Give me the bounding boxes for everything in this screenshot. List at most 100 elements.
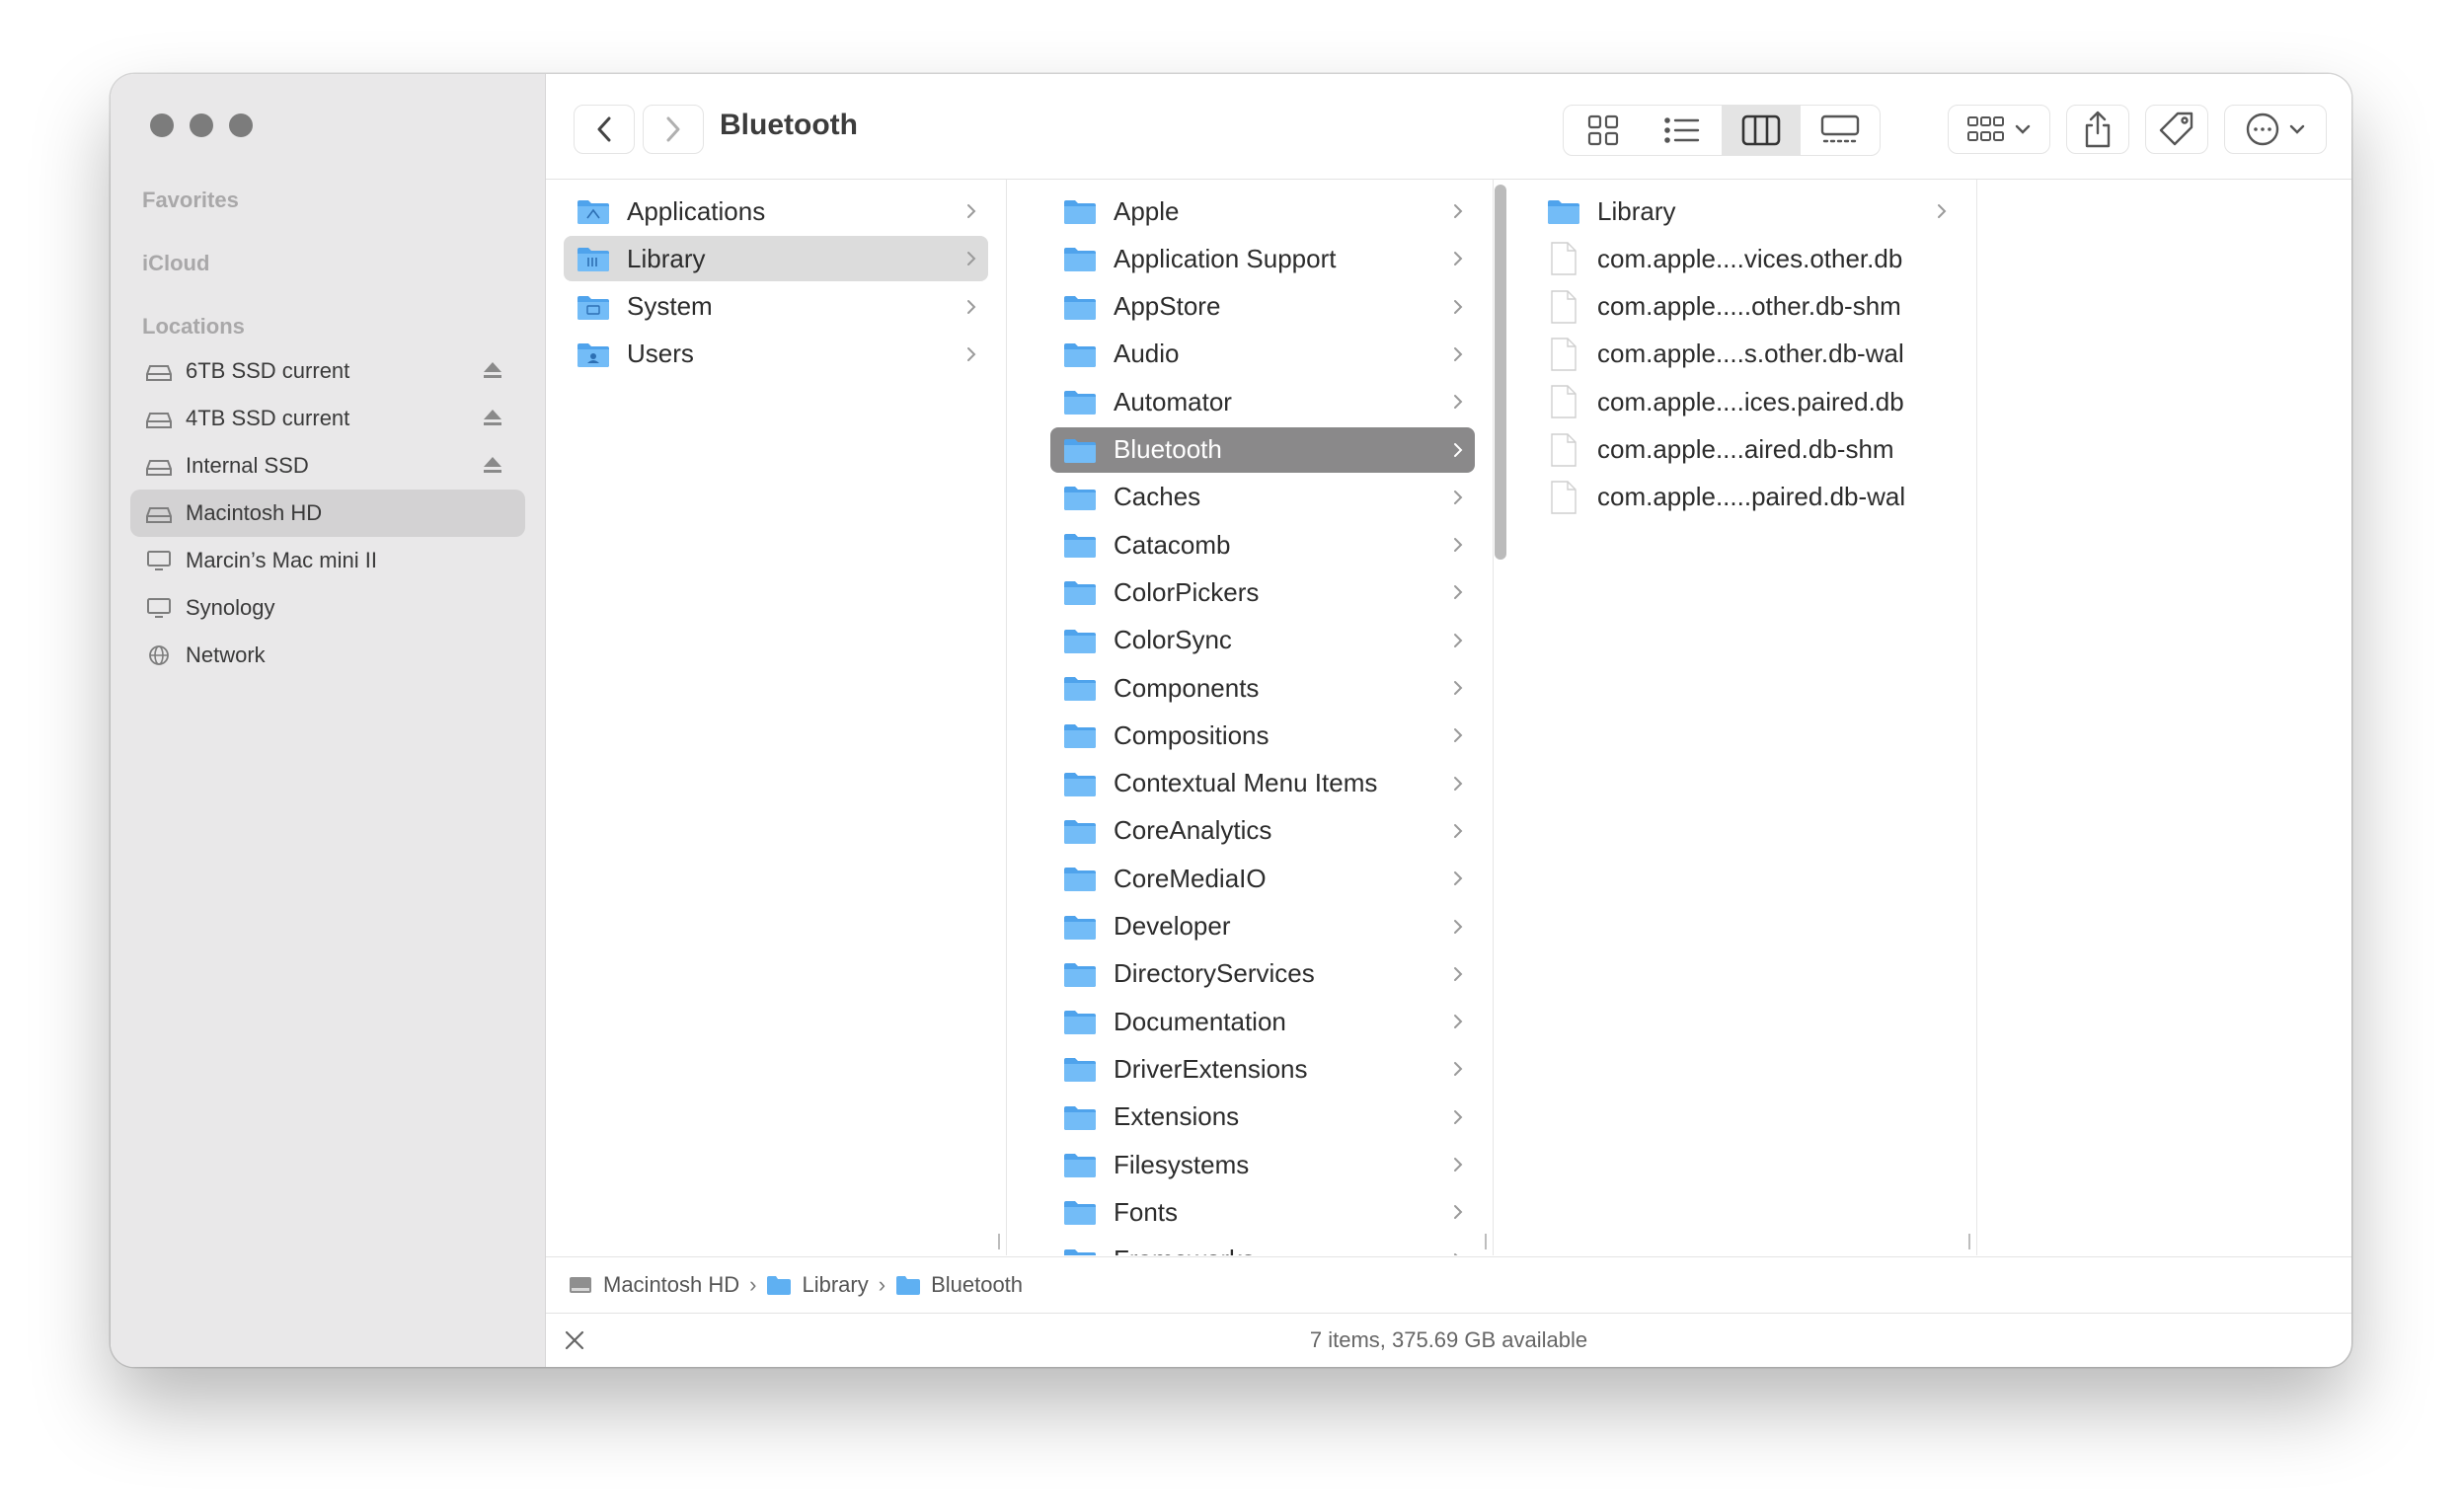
folder-item-users[interactable]: Users	[564, 332, 988, 377]
chevron-right-icon	[1454, 442, 1463, 457]
folder-item-frameworks[interactable]: Frameworks	[1050, 1238, 1475, 1255]
folder-item-catacomb[interactable]: Catacomb	[1050, 522, 1475, 567]
file-item-com-apple-vices-other-db[interactable]: com.apple....vices.other.db	[1534, 236, 1959, 281]
folder-item-fonts[interactable]: Fonts	[1050, 1189, 1475, 1235]
gallery-view-button[interactable]	[1801, 106, 1880, 155]
sidebar-item-4tb-ssd-current[interactable]: 4TB SSD current	[130, 395, 525, 442]
sidebar-section-locations[interactable]: Locations	[142, 314, 245, 340]
folder-item-coreanalytics[interactable]: CoreAnalytics	[1050, 808, 1475, 854]
sidebar-item-synology[interactable]: Synology	[130, 584, 525, 632]
folder-item-apple[interactable]: Apple	[1050, 189, 1475, 234]
sidebar-item-label: Synology	[186, 595, 275, 620]
folder-item-contextual-menu-items[interactable]: Contextual Menu Items	[1050, 761, 1475, 806]
item-label: Filesystems	[1114, 1149, 1250, 1179]
zoom-window-button[interactable]	[229, 113, 253, 137]
chevron-right-icon	[1454, 1109, 1463, 1124]
back-button[interactable]	[574, 105, 635, 154]
folder-item-caches[interactable]: Caches	[1050, 475, 1475, 520]
folder-item-colorpickers[interactable]: ColorPickers	[1050, 569, 1475, 615]
folder-icon	[1064, 819, 1096, 844]
close-path-bar-icon[interactable]	[562, 1327, 587, 1353]
chevron-right-icon	[1454, 633, 1463, 647]
file-item-com-apple-other-db-shm[interactable]: com.apple.....other.db-shm	[1534, 284, 1959, 330]
folder-item-appstore[interactable]: AppStore	[1050, 284, 1475, 330]
file-item-com-apple-paired-db-wal[interactable]: com.apple.....paired.db-wal	[1534, 475, 1959, 520]
folder-item-filesystems[interactable]: Filesystems	[1050, 1142, 1475, 1187]
item-label: com.apple....s.other.db-wal	[1597, 339, 1904, 369]
item-label: Frameworks	[1114, 1245, 1255, 1255]
column-resize-handle[interactable]	[998, 1234, 1006, 1249]
sidebar-item-macintosh-hd[interactable]: Macintosh HD	[130, 490, 525, 537]
list-view-button[interactable]	[1643, 106, 1722, 155]
close-window-button[interactable]	[150, 113, 174, 137]
sidebar-section-favorites[interactable]: Favorites	[142, 188, 239, 213]
folder-item-applications[interactable]: Applications	[564, 189, 988, 234]
eject-icon[interactable]	[482, 455, 503, 475]
minimize-window-button[interactable]	[190, 113, 213, 137]
folder-icon	[577, 342, 609, 367]
external-drive-icon-wrap	[146, 408, 172, 429]
icon-view-button[interactable]	[1564, 106, 1643, 155]
item-label: Users	[627, 339, 694, 369]
path-segment-bluetooth[interactable]: Bluetooth	[895, 1272, 1023, 1298]
folder-item-colorsync[interactable]: ColorSync	[1050, 618, 1475, 663]
item-icon	[1546, 338, 1581, 371]
eject-icon[interactable]	[482, 408, 503, 427]
column-library: Apple Application Support AppStore Audio Aut…	[1033, 180, 1494, 1255]
tags-button[interactable]	[2145, 105, 2208, 154]
folder-item-system[interactable]: System	[564, 284, 988, 330]
folder-icon	[577, 295, 609, 320]
folder-item-audio[interactable]: Audio	[1050, 332, 1475, 377]
column-library-scrollbar[interactable]	[1495, 185, 1506, 560]
folder-item-developer[interactable]: Developer	[1050, 904, 1475, 949]
chevron-right-icon	[1454, 585, 1463, 600]
folder-item-application-support[interactable]: Application Support	[1050, 236, 1475, 281]
item-icon	[1062, 436, 1098, 464]
folder-item-compositions[interactable]: Compositions	[1050, 713, 1475, 758]
folder-item-coremediaio[interactable]: CoreMediaIO	[1050, 856, 1475, 901]
globe-icon	[149, 645, 169, 665]
share-button[interactable]	[2066, 105, 2129, 154]
chevron-down-icon	[2015, 124, 2031, 134]
folder-item-extensions[interactable]: Extensions	[1050, 1095, 1475, 1140]
forward-button[interactable]	[643, 105, 704, 154]
file-item-com-apple-ices-paired-db[interactable]: com.apple....ices.paired.db	[1534, 379, 1959, 424]
folder-item-components[interactable]: Components	[1050, 665, 1475, 711]
column-resize-handle[interactable]	[1968, 1234, 1976, 1249]
sidebar-item-network[interactable]: Network	[130, 632, 525, 679]
folder-item-library[interactable]: Library	[564, 236, 988, 282]
folder-item-directoryservices[interactable]: DirectoryServices	[1050, 951, 1475, 997]
sidebar-item-6tb-ssd-current[interactable]: 6TB SSD current	[130, 347, 525, 395]
external-drive-icon	[146, 365, 172, 381]
chevron-right-icon	[1454, 1205, 1463, 1220]
chevron-right-icon	[1938, 204, 1947, 218]
eject-icon[interactable]	[482, 360, 503, 380]
chevron-right-icon	[1454, 776, 1463, 791]
folder-icon	[1064, 581, 1096, 606]
path-segment-macintosh-hd[interactable]: Macintosh HD	[568, 1272, 739, 1298]
folder-item-driverextensions[interactable]: DriverExtensions	[1050, 1046, 1475, 1092]
folder-item-library[interactable]: Library	[1534, 189, 1959, 234]
folder-item-documentation[interactable]: Documentation	[1050, 999, 1475, 1044]
sidebar: Favorites iCloud Locations 6TB SSD curre…	[111, 74, 546, 1367]
sidebar-item-marcin-s-mac-mini-ii[interactable]: Marcin’s Mac mini II	[130, 537, 525, 584]
file-item-com-apple-aired-db-shm[interactable]: com.apple....aired.db-shm	[1534, 427, 1959, 473]
path-segment-library[interactable]: Library	[766, 1272, 869, 1298]
column-resize-handle[interactable]	[1485, 1234, 1493, 1249]
sidebar-section-icloud[interactable]: iCloud	[142, 251, 209, 276]
item-label: Documentation	[1114, 1006, 1286, 1036]
group-by-button[interactable]	[1948, 105, 2050, 154]
file-item-com-apple-s-other-db-wal[interactable]: com.apple....s.other.db-wal	[1534, 332, 1959, 377]
column-view-button[interactable]	[1722, 106, 1801, 155]
item-icon	[1546, 242, 1581, 275]
item-icon	[1062, 674, 1098, 702]
item-label: Compositions	[1114, 719, 1269, 750]
sidebar-item-internal-ssd[interactable]: Internal SSD	[130, 442, 525, 490]
chevron-right-icon	[1454, 871, 1463, 886]
item-icon	[576, 340, 611, 368]
folder-icon	[1064, 438, 1096, 463]
folder-item-automator[interactable]: Automator	[1050, 379, 1475, 424]
more-actions-button[interactable]	[2224, 105, 2327, 154]
folder-item-bluetooth[interactable]: Bluetooth	[1050, 426, 1475, 473]
sidebar-item-label: Macintosh HD	[186, 500, 323, 525]
